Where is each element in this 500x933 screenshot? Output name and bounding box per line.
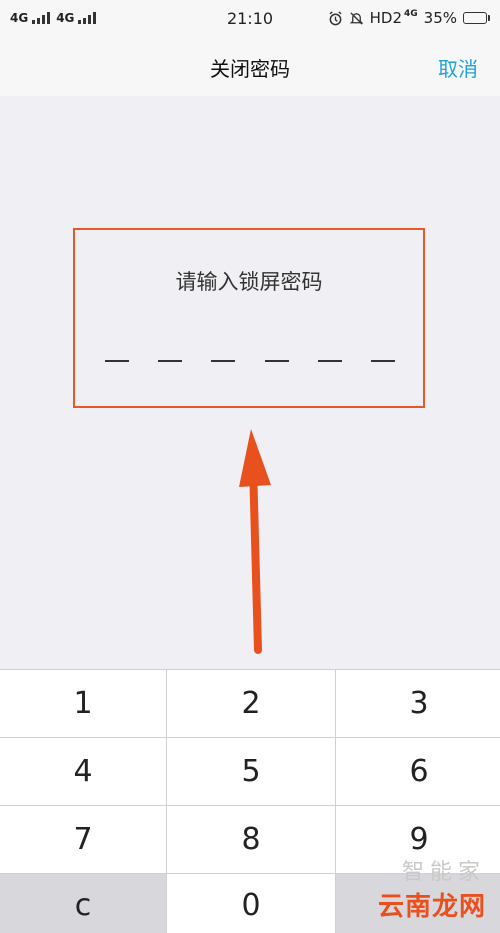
prompt-label: 请输入锁屏密码 [175,270,323,294]
key-clear[interactable]: c [0,874,166,933]
alarm-icon [329,10,342,25]
key-4[interactable]: 4 [0,738,166,805]
key-0[interactable]: 0 [167,874,335,933]
watermark-bottom: 云南龙网 [377,892,486,922]
password-slot [370,360,395,362]
key-7[interactable]: 7 [0,806,166,873]
nav-bar: 关闭密码 取消 [0,36,500,96]
network-label: 4G [404,9,418,19]
watermark-top: 智能家 [401,860,486,885]
key-8[interactable]: 8 [167,806,335,873]
page-title: 关闭密码 [210,57,290,81]
password-slot [317,360,342,362]
password-slot [264,360,289,362]
status-bar: 4G 4G 21:10 HD2 4G 35% [0,0,500,36]
watermark: 智能家 云南龙网 [378,854,486,923]
hd-label: HD2 [369,9,402,27]
battery-percent: 35% [423,9,457,27]
password-slot [211,360,236,362]
signal-group: 4G 4G [10,11,97,25]
signal-icon [32,12,51,24]
battery-icon [463,12,490,24]
password-slot [158,360,183,362]
password-prompt: 请输入锁屏密码 [73,228,425,408]
password-slots[interactable] [105,360,395,362]
key-6[interactable]: 6 [336,738,500,805]
arrow-up-icon [239,429,271,654]
status-right: HD2 4G 35% [328,9,490,27]
cancel-button[interactable]: 取消 [438,53,478,82]
signal-2-label: 4G [56,11,75,25]
key-3[interactable]: 3 [336,670,500,737]
signal-2: 4G [56,11,97,25]
key-5[interactable]: 5 [167,738,335,805]
password-slot [105,360,129,362]
mute-icon [349,11,363,25]
key-2[interactable]: 2 [167,670,335,737]
signal-icon [78,12,97,24]
key-1[interactable]: 1 [0,670,166,737]
signal-1-label: 4G [10,11,29,25]
signal-1: 4G [10,11,51,25]
